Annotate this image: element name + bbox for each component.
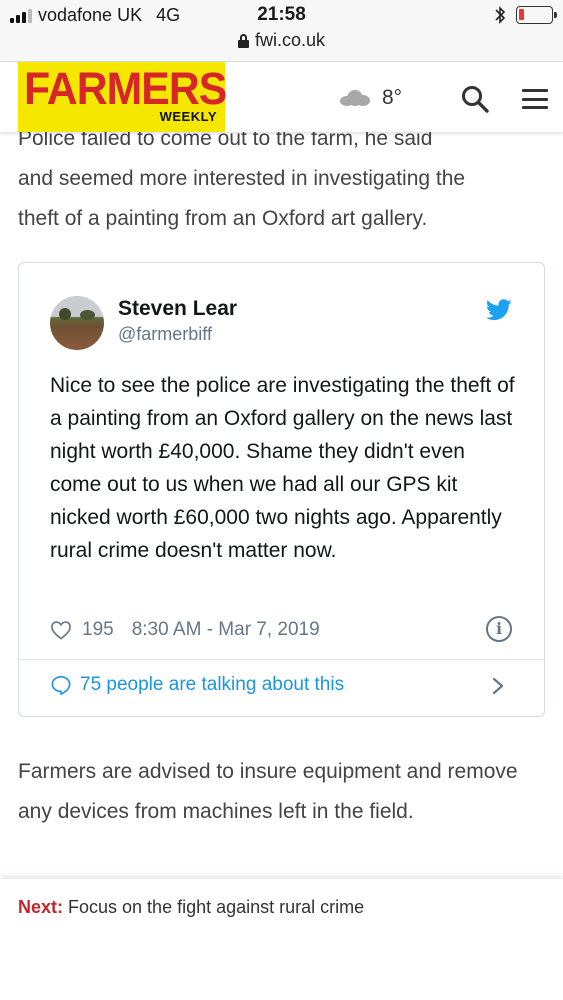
lock-icon xyxy=(237,34,249,48)
tweet-author-handle[interactable]: @farmerbiff xyxy=(118,324,212,345)
embedded-tweet[interactable]: Steven Lear @farmerbiff Nice to see the … xyxy=(18,262,545,717)
bluetooth-icon xyxy=(495,6,506,24)
cloud-icon xyxy=(340,90,370,106)
address-bar[interactable]: fwi.co.uk xyxy=(0,30,563,51)
next-article-title: Focus on the fight against rural crime xyxy=(68,897,365,917)
site-header: FARMERS WEEKLY 8° xyxy=(0,62,563,132)
like-count[interactable]: 195 xyxy=(82,619,114,641)
tweet-conversation-link[interactable]: 75 people are talking about this xyxy=(50,674,344,696)
article-paragraph-top: Police failed to come out to the farm, h… xyxy=(18,132,543,239)
status-icons xyxy=(494,5,557,25)
info-icon[interactable]: i xyxy=(486,616,512,642)
search-icon[interactable] xyxy=(460,84,490,114)
status-bar: vodafone UK 4G 21:58 fwi.co.uk xyxy=(0,0,563,62)
conversation-label: 75 people are talking about this xyxy=(80,674,345,695)
logo-subtitle: WEEKLY xyxy=(159,109,217,124)
twitter-bird-icon[interactable] xyxy=(486,299,512,321)
divider xyxy=(19,659,544,660)
next-label: Next: xyxy=(18,897,64,917)
weather-widget[interactable]: 8° xyxy=(340,86,402,110)
battery-icon xyxy=(516,6,557,24)
tweet-meta: 195 8:30 AM - Mar 7, 2019 xyxy=(50,619,320,641)
hamburger-menu-icon[interactable] xyxy=(522,89,548,109)
next-article-bar[interactable]: Next: Focus on the fight against rural cr… xyxy=(0,879,563,1000)
next-article-link[interactable]: Next: Focus on the fight against rural cr… xyxy=(18,897,364,918)
tweet-author-name[interactable]: Steven Lear xyxy=(118,297,237,321)
avatar[interactable] xyxy=(50,296,104,350)
paragraph-line: and seemed more interested in investigat… xyxy=(18,167,466,190)
temperature: 8° xyxy=(382,86,403,109)
logo-wordmark: FARMERS xyxy=(24,63,227,114)
heart-icon[interactable] xyxy=(50,620,72,640)
article-paragraph-bottom: Farmers are advised to insure equipment … xyxy=(18,760,518,823)
tweet-timestamp[interactable]: 8:30 AM - Mar 7, 2019 xyxy=(132,619,320,641)
chevron-right-icon[interactable] xyxy=(491,676,505,696)
speech-bubble-icon xyxy=(51,676,71,695)
paragraph-line: theft of a painting from an Oxford art g… xyxy=(18,207,428,230)
tweet-text: Nice to see the police are investigating… xyxy=(50,374,515,562)
clock: 21:58 xyxy=(257,4,306,25)
farmers-weekly-logo[interactable]: FARMERS WEEKLY xyxy=(18,62,227,132)
url-text: fwi.co.uk xyxy=(254,30,326,50)
